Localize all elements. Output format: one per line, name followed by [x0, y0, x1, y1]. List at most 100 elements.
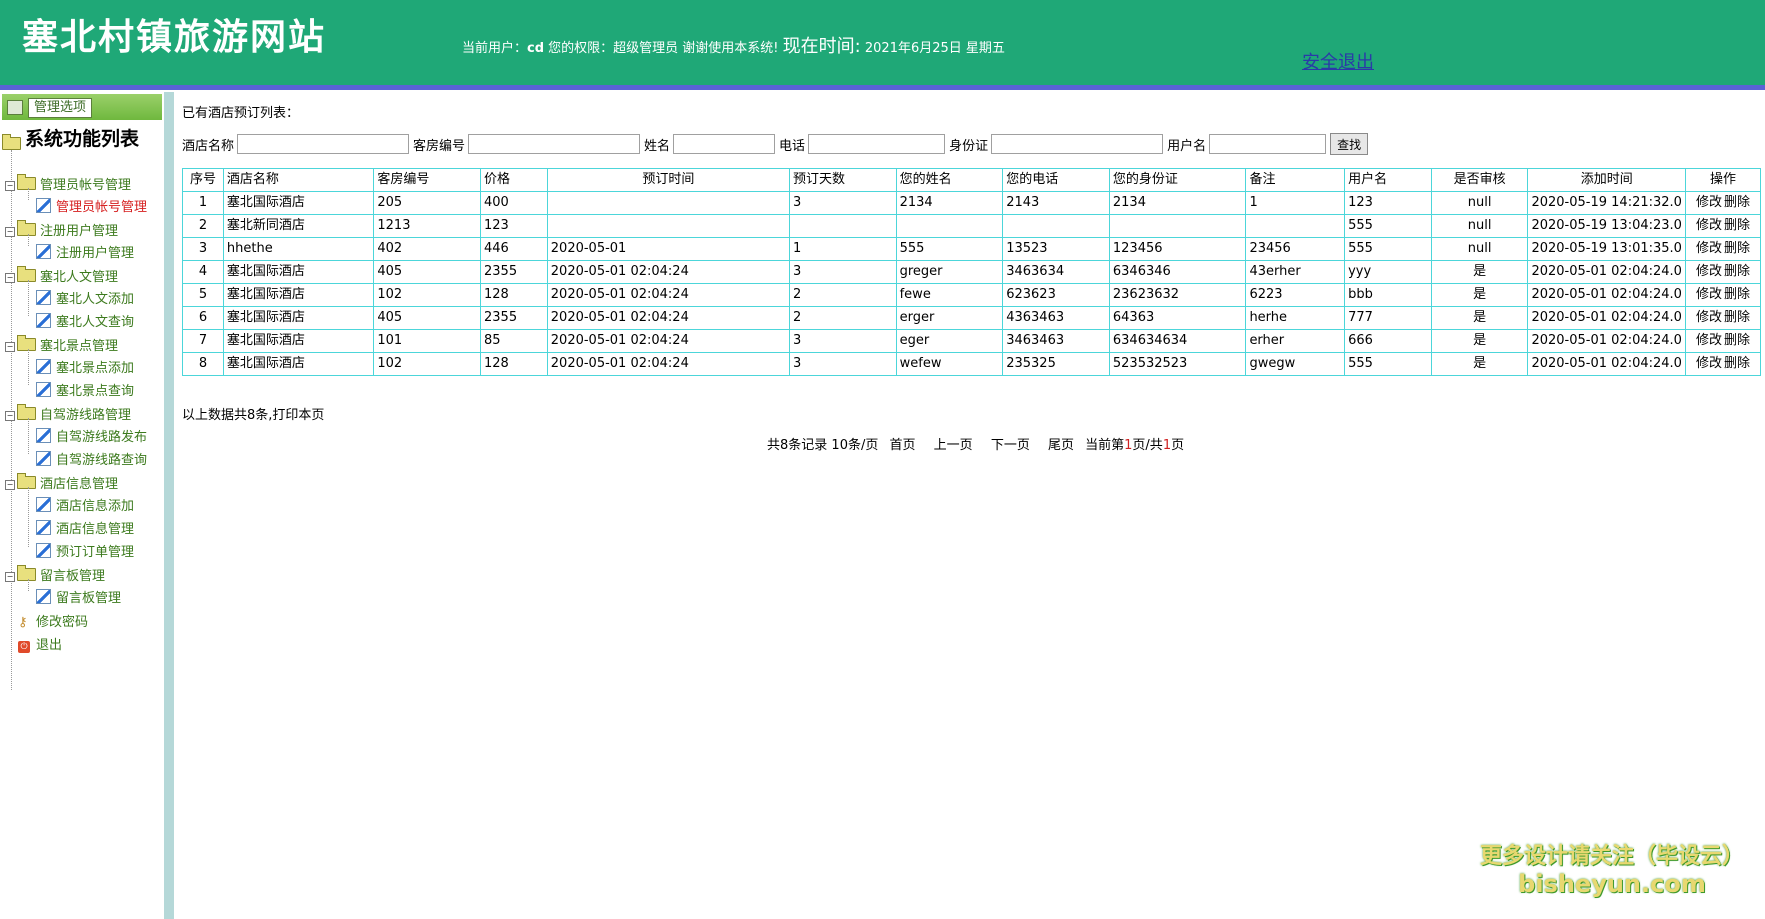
- site-title: 塞北村镇旅游网站: [22, 17, 327, 58]
- table-cell: 405: [373, 260, 481, 284]
- room-number-input[interactable]: [468, 134, 641, 154]
- edit-link[interactable]: 修改: [1696, 195, 1722, 210]
- table-cell: 43erher: [1245, 260, 1346, 284]
- table-cell: 塞北新同酒店: [222, 214, 375, 238]
- tree-group-culture[interactable]: − 塞北人文管理: [5, 266, 118, 285]
- power-icon: ⏻: [18, 641, 30, 653]
- tree-group-users[interactable]: − 注册用户管理: [5, 220, 118, 239]
- tree-item-booking-manage[interactable]: 预订订单管理: [36, 541, 134, 560]
- total-pages-number: 1: [1162, 438, 1172, 453]
- delete-link[interactable]: 删除: [1724, 264, 1750, 279]
- edit-link[interactable]: 修改: [1696, 356, 1722, 371]
- next-page-link[interactable]: 下一页: [991, 438, 1030, 453]
- total-records: 共8条记录: [767, 438, 828, 453]
- tree-item-guestbook-manage[interactable]: 留言板管理: [36, 587, 121, 606]
- table-cell: 2020-05-01 02:04:24.0: [1527, 306, 1686, 330]
- first-page-link[interactable]: 首页: [890, 438, 916, 453]
- tree-group-scenic[interactable]: − 塞北景点管理: [5, 335, 118, 354]
- tree-item-culture-query[interactable]: 塞北人文查询: [36, 311, 134, 330]
- tree-item-label: 塞北人文添加: [56, 292, 135, 307]
- idcard-label: 身份证: [949, 138, 989, 154]
- table-cell: 2020-05-01 02:04:24: [546, 260, 791, 284]
- tree-group-admin[interactable]: − 管理员帐号管理: [5, 174, 131, 193]
- hotel-name-input[interactable]: [237, 134, 410, 154]
- page-status: 当前第1页/共1页: [1085, 438, 1184, 453]
- table-cell: 2355: [480, 306, 548, 330]
- username-input[interactable]: [1209, 134, 1327, 154]
- edit-link[interactable]: 修改: [1696, 287, 1722, 302]
- table-cell: 1: [789, 237, 897, 261]
- table-cell: erher: [1245, 329, 1346, 353]
- logout-link[interactable]: 安全退出: [1302, 48, 1374, 74]
- actions-cell: 修改 删除: [1684, 260, 1762, 284]
- edit-page-icon: [36, 244, 51, 259]
- tree-group-guestbook[interactable]: − 留言板管理: [5, 565, 105, 584]
- tree-item-route-publish[interactable]: 自驾游线路发布: [36, 426, 147, 445]
- sidebar-gutter: [164, 92, 174, 919]
- edit-page-icon: [36, 497, 51, 512]
- tree-item-culture-add[interactable]: 塞北人文添加: [36, 288, 134, 307]
- search-button[interactable]: 查找: [1330, 133, 1369, 155]
- edit-link[interactable]: 修改: [1696, 264, 1722, 279]
- table-cell: 2020-05-01 02:04:24: [546, 306, 791, 330]
- phone-input[interactable]: [808, 134, 946, 154]
- column-header: 预订时间: [546, 168, 791, 192]
- edit-link[interactable]: 修改: [1696, 218, 1722, 233]
- tree-item-route-query[interactable]: 自驾游线路查询: [36, 449, 147, 468]
- table-cell: 3: [182, 237, 224, 261]
- tree-group-label: 管理员帐号管理: [40, 178, 132, 193]
- tree-item-label: 修改密码: [36, 615, 89, 630]
- tree-item-label: 预订订单管理: [56, 545, 135, 560]
- edit-page-icon: [36, 428, 51, 443]
- page-status-prefix: 当前第: [1085, 438, 1125, 453]
- tree-item-users-manage[interactable]: 注册用户管理: [36, 242, 134, 261]
- folder-icon: [17, 174, 36, 190]
- table-cell: [789, 214, 897, 238]
- table-cell: 64363: [1108, 306, 1247, 330]
- tree-group-hotel[interactable]: − 酒店信息管理: [5, 473, 118, 492]
- column-header: 是否审核: [1430, 168, 1529, 192]
- tree-line: [28, 487, 29, 547]
- last-page-link[interactable]: 尾页: [1048, 438, 1074, 453]
- now-label: 现在时间:: [782, 36, 861, 57]
- delete-link[interactable]: 删除: [1724, 218, 1750, 233]
- table-cell: 555: [895, 237, 1004, 261]
- delete-link[interactable]: 删除: [1724, 356, 1750, 371]
- tree-group-route[interactable]: − 自驾游线路管理: [5, 404, 131, 423]
- delete-link[interactable]: 删除: [1724, 333, 1750, 348]
- tree-item-change-password[interactable]: ⚷ 修改密码: [18, 611, 88, 630]
- table-cell: 塞北国际酒店: [222, 306, 375, 330]
- tree-item-scenic-query[interactable]: 塞北景点查询: [36, 380, 134, 399]
- idcard-input[interactable]: [991, 134, 1164, 154]
- table-cell: 123: [480, 214, 548, 238]
- edit-link[interactable]: 修改: [1696, 241, 1722, 256]
- tree-item-hotel-manage[interactable]: 酒店信息管理: [36, 518, 134, 537]
- name-input[interactable]: [673, 134, 776, 154]
- tree-root[interactable]: 系统功能列表: [2, 124, 139, 151]
- delete-link[interactable]: 删除: [1724, 241, 1750, 256]
- table-cell: eger: [895, 329, 1004, 353]
- watermark: 更多设计请关注（毕设云） bisheyun.com: [1480, 838, 1744, 898]
- actions-cell: 修改 删除: [1684, 352, 1762, 376]
- delete-link[interactable]: 删除: [1724, 310, 1750, 325]
- tree-item-label: 酒店信息管理: [56, 522, 135, 537]
- table-cell: 2020-05-19 14:21:32.0: [1527, 191, 1686, 215]
- table-cell: 6223: [1245, 283, 1346, 307]
- table-cell: 523532523: [1108, 352, 1247, 376]
- folder-open-icon: [2, 134, 21, 150]
- delete-link[interactable]: 删除: [1724, 195, 1750, 210]
- table-cell: 23456: [1245, 237, 1346, 261]
- tree-item-hotel-add[interactable]: 酒店信息添加: [36, 495, 134, 514]
- table-cell: 6346346: [1108, 260, 1247, 284]
- table-cell: 是: [1430, 260, 1529, 284]
- edit-link[interactable]: 修改: [1696, 310, 1722, 325]
- tree-item-exit[interactable]: ⏻ 退出: [18, 634, 62, 653]
- tree-item-admin-manage[interactable]: 管理员帐号管理: [36, 196, 147, 215]
- tree-item-scenic-add[interactable]: 塞北景点添加: [36, 357, 134, 376]
- edit-page-icon: [36, 359, 51, 374]
- tree-line: [28, 349, 29, 385]
- prev-page-link[interactable]: 上一页: [934, 438, 973, 453]
- edit-link[interactable]: 修改: [1696, 333, 1722, 348]
- table-cell: 2: [789, 306, 897, 330]
- delete-link[interactable]: 删除: [1724, 287, 1750, 302]
